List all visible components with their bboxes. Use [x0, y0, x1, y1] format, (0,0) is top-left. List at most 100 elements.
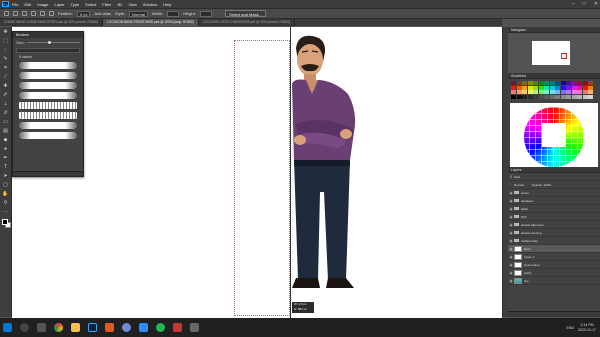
color-swatch[interactable]	[588, 90, 593, 94]
layer-row[interactable]: ◉ scene	[508, 189, 600, 197]
brush-group-header[interactable]: ll valise	[13, 54, 83, 59]
style-select[interactable]: Normal	[128, 10, 148, 17]
color-swatch[interactable]	[533, 94, 538, 99]
menu-file[interactable]: File	[12, 2, 18, 7]
feather-input[interactable]: 0 px	[76, 10, 91, 17]
crop-tool-icon[interactable]: ⌗	[2, 65, 9, 71]
color-swatch[interactable]	[566, 94, 571, 99]
color-swatch[interactable]	[571, 85, 577, 90]
color-swatch[interactable]	[538, 94, 544, 99]
color-swatch[interactable]	[516, 85, 522, 90]
shape-tool-icon[interactable]: ▢	[2, 182, 9, 188]
color-swatch[interactable]	[571, 81, 577, 85]
layer-row[interactable]: ◉ shadows	[508, 197, 600, 205]
subtract-selection-icon[interactable]	[40, 11, 45, 16]
brush-preset-stroke[interactable]	[19, 122, 77, 129]
photoshop-taskbar-icon[interactable]	[88, 323, 97, 332]
minimize-icon[interactable]: –	[572, 0, 575, 8]
foreground-color-swatch[interactable]	[2, 219, 8, 225]
color-swatch[interactable]	[527, 90, 533, 94]
color-swatch[interactable]	[560, 94, 566, 99]
menu-help[interactable]: Help	[163, 2, 171, 7]
color-swatch[interactable]	[549, 81, 555, 85]
dodge-tool-icon[interactable]: ●	[2, 146, 9, 152]
color-swatch[interactable]	[571, 90, 577, 94]
color-swatch[interactable]	[555, 81, 560, 85]
color-swatch[interactable]	[516, 94, 522, 99]
layer-row[interactable]: ◉ clear button	[508, 261, 600, 269]
home-icon[interactable]	[4, 11, 9, 16]
app-icon[interactable]	[190, 323, 199, 332]
opacity-field[interactable]: Opacity: 100%	[532, 183, 552, 187]
brush-preset-stroke[interactable]	[19, 82, 77, 89]
color-swatch[interactable]	[555, 85, 560, 90]
layer-row[interactable]: ◉ paths	[508, 269, 600, 277]
antialias-checkbox[interactable]: Anti-alias	[94, 11, 110, 16]
brush-preset-stroke[interactable]	[19, 112, 77, 119]
color-swatch[interactable]	[582, 81, 588, 85]
gradient-tool-icon[interactable]: ▤	[2, 128, 9, 134]
layer-row[interactable]: ◉ shared afternoon	[508, 221, 600, 229]
color-swatch[interactable]	[527, 94, 533, 99]
color-swatch[interactable]	[555, 90, 560, 94]
search-icon[interactable]	[20, 323, 29, 332]
color-swatch[interactable]	[544, 85, 549, 90]
intersect-selection-icon[interactable]	[49, 11, 54, 16]
brush-search-input[interactable]	[16, 48, 80, 53]
layer-row[interactable]: ◉ shared evening	[508, 229, 600, 237]
blur-tool-icon[interactable]: ◆	[2, 137, 9, 143]
file-explorer-icon[interactable]	[71, 323, 80, 332]
more-tools-icon[interactable]: ···	[2, 209, 9, 215]
layer-row[interactable]: ◉ Layer 1	[508, 253, 600, 261]
hand-tool-icon[interactable]: ✋	[2, 191, 9, 197]
color-swatch[interactable]	[522, 90, 527, 94]
brush-tool-icon[interactable]: ✐	[2, 92, 9, 98]
tab-vista-bedroom[interactable]: LOCATION VISTA G BEDROOM.psd @ 33% (cerv…	[198, 19, 296, 26]
tray-language[interactable]: ENG	[567, 326, 575, 330]
color-swatch[interactable]	[538, 90, 544, 94]
app-icon[interactable]	[139, 323, 148, 332]
height-input[interactable]	[199, 10, 212, 17]
select-and-mask-button[interactable]: Select and Mask...	[225, 10, 266, 17]
width-input[interactable]	[167, 10, 180, 17]
close-icon[interactable]: ✕	[594, 0, 598, 8]
color-swatch[interactable]	[544, 81, 549, 85]
menu-image[interactable]: Image	[37, 2, 48, 7]
color-swatch[interactable]	[582, 90, 588, 94]
color-swatch[interactable]	[566, 90, 571, 94]
color-swatch[interactable]	[555, 94, 560, 99]
layer-row[interactable]: ◉ DAY	[508, 213, 600, 221]
tab-chase-angie[interactable]: CHASE ANGIE LEANE MAIN STORY.psd @ 33% (…	[0, 19, 104, 26]
chrome-icon[interactable]	[54, 323, 63, 332]
color-swatch[interactable]	[511, 85, 516, 90]
marquee-tool-icon[interactable]: ⬚	[2, 38, 9, 44]
brush-preset-stroke[interactable]	[19, 62, 77, 69]
color-swatch[interactable]	[544, 90, 549, 94]
color-swatch[interactable]	[588, 85, 593, 90]
layer-row[interactable]: ◉ sky	[508, 277, 600, 285]
layers-kind-filter[interactable]: Kind	[514, 175, 520, 179]
add-selection-icon[interactable]	[31, 11, 36, 16]
healing-tool-icon[interactable]: ✚	[2, 83, 9, 89]
color-swatch[interactable]	[571, 94, 577, 99]
zoom-tool-icon[interactable]: ⚲	[2, 200, 9, 206]
brush-size-slider[interactable]	[26, 41, 80, 44]
path-select-tool-icon[interactable]: ➤	[2, 173, 9, 179]
color-swatch[interactable]	[538, 81, 544, 85]
color-swatch[interactable]	[577, 81, 582, 85]
menu-window[interactable]: Window	[143, 2, 157, 7]
new-selection-icon[interactable]	[22, 11, 27, 16]
color-swatch[interactable]	[588, 94, 593, 99]
brush-preset-stroke[interactable]	[19, 72, 77, 79]
menu-type[interactable]: Type	[71, 2, 80, 7]
layer-row[interactable]: ◉ tooltips body	[508, 237, 600, 245]
color-swatch[interactable]	[538, 85, 544, 90]
maximize-icon[interactable]: □	[583, 0, 586, 8]
color-swatch[interactable]	[582, 94, 588, 99]
layer-row[interactable]: ◉ lamp	[508, 245, 600, 253]
color-swatch[interactable]	[560, 85, 566, 90]
color-swatch[interactable]	[560, 81, 566, 85]
color-swatch[interactable]	[533, 90, 538, 94]
eraser-tool-icon[interactable]: ▭	[2, 119, 9, 125]
color-swatch[interactable]	[549, 90, 555, 94]
